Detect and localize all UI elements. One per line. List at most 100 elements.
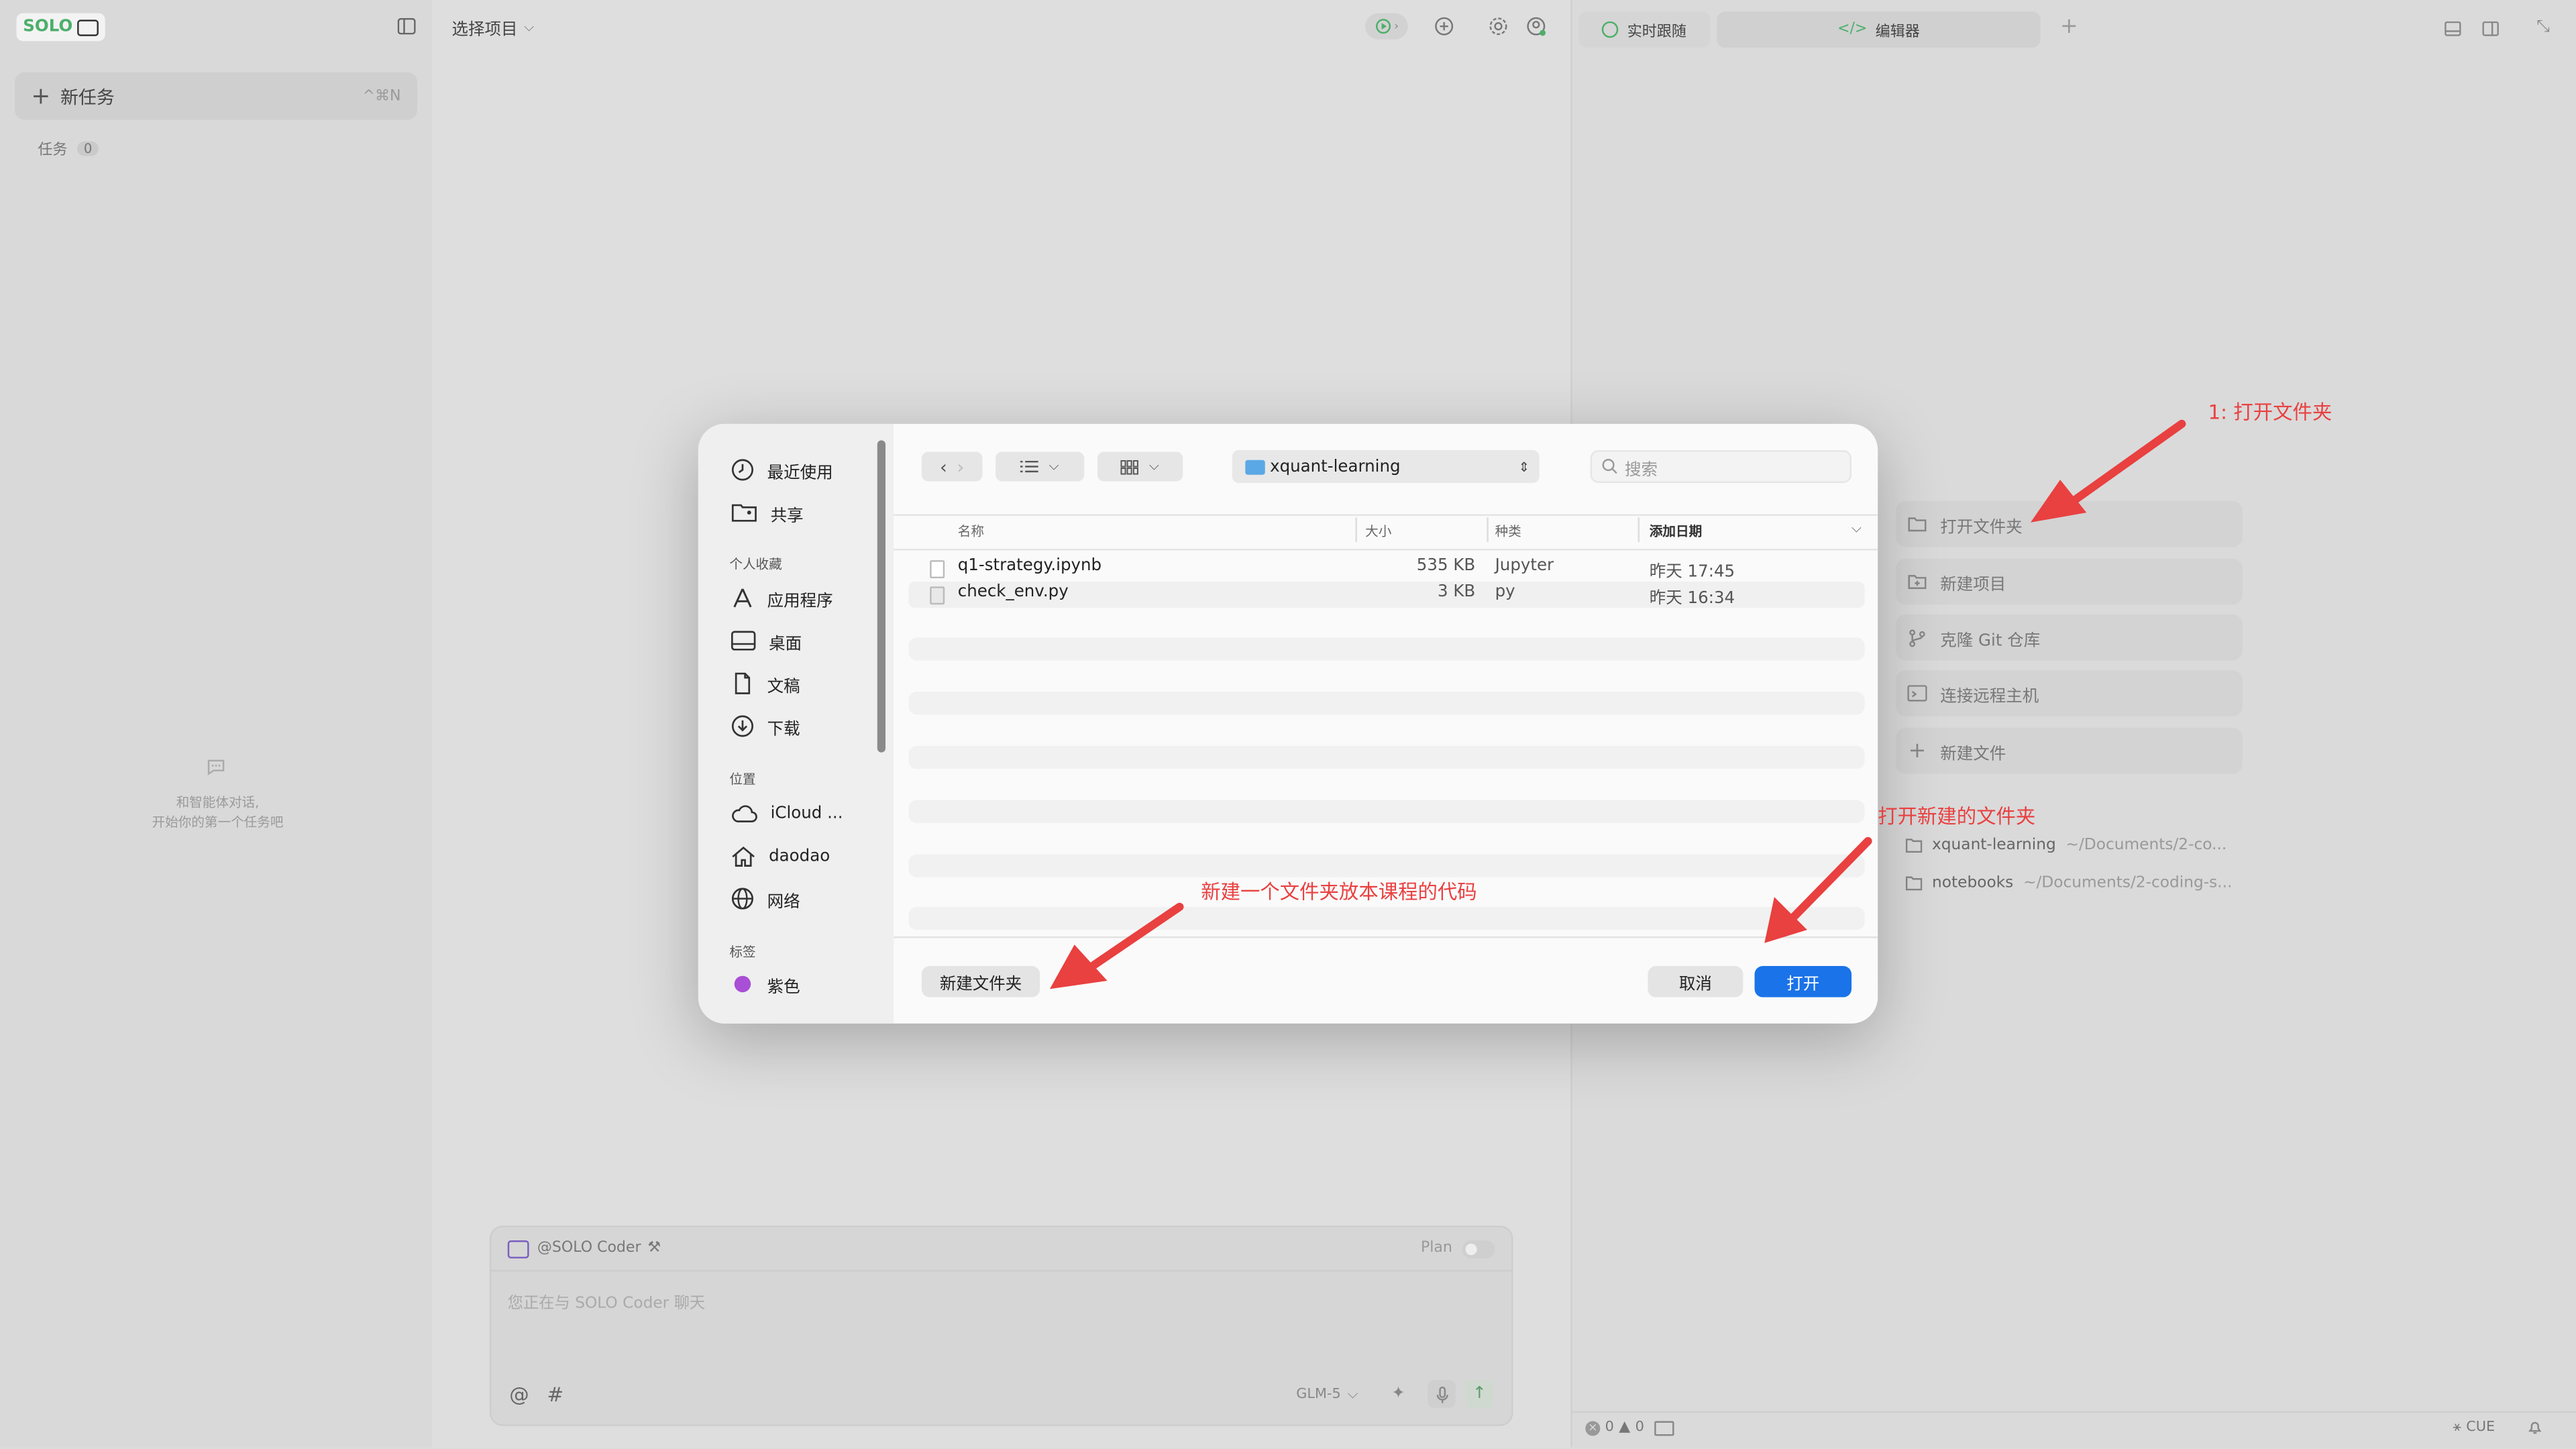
run-status-icon[interactable]: › (1365, 13, 1408, 40)
recent-project-name: notebooks (1932, 873, 2014, 892)
empty-row (908, 854, 1865, 877)
chevron-right-icon[interactable]: › (957, 456, 965, 478)
blue-folder-icon (1245, 459, 1265, 474)
sidebar-item-tag-label: 紫色 (767, 978, 800, 997)
logo-badge-icon (77, 19, 99, 36)
add-tab-icon[interactable]: + (2060, 15, 2078, 39)
sort-chevron-icon[interactable]: ⌵ (1851, 521, 1862, 537)
sidebar-item-applications[interactable]: 应用程序 (731, 580, 833, 616)
layout-bottom-icon[interactable] (2445, 21, 2461, 36)
column-divider (1487, 517, 1489, 543)
sidebar-item-applications-label: 应用程序 (767, 592, 833, 610)
recent-project-item[interactable]: xquant-learning ~/Documents/2-co... (1905, 837, 2226, 854)
new-project-action[interactable]: 新建项目 (1896, 558, 2243, 605)
sidebar-item-downloads-label: 下载 (767, 720, 800, 739)
collapse-panel-icon[interactable]: ⤡ (2536, 18, 2550, 36)
model-label: GLM-5 (1296, 1386, 1341, 1403)
globe-icon (731, 888, 753, 910)
annotation-new-folder-tip: 新建一个文件夹放本课程的代码 (1201, 880, 1477, 904)
tab-live-follow[interactable]: 实时跟随 (1578, 11, 1711, 48)
project-select[interactable]: 选择项目 ⌵ (451, 15, 534, 40)
new-file-action[interactable]: + 新建文件 (1896, 727, 2243, 774)
model-select[interactable]: GLM-5 ⌵ (1296, 1387, 1358, 1403)
file-row[interactable]: check_env.py 3 KB py 昨天 16:34 (908, 581, 1865, 608)
search-input[interactable]: 搜索 (1590, 450, 1852, 484)
column-date[interactable]: 添加日期 (1650, 515, 1702, 547)
plus-icon: + (1908, 738, 1927, 763)
sidebar-item-recent[interactable]: 最近使用 (731, 451, 833, 488)
git-branch-icon (1909, 629, 1925, 647)
column-name[interactable]: 名称 (958, 515, 984, 547)
layout-split-icon[interactable] (2482, 21, 2499, 36)
tools-icon[interactable]: ⚒ (647, 1240, 661, 1256)
chevron-left-icon[interactable]: ‹ (940, 456, 947, 478)
new-project-label: 新建项目 (1940, 576, 2006, 594)
sidebar-item-documents[interactable]: 文稿 (731, 665, 800, 702)
send-button[interactable]: ↑ (1465, 1380, 1494, 1408)
chat-input-box[interactable]: @SOLO Coder ⚒ Plan 您正在与 SOLO Coder 聊天 @ … (489, 1225, 1513, 1426)
project-select-label: 选择项目 (451, 21, 518, 40)
chat-bubble-icon (207, 759, 225, 775)
sidebar-item-shared[interactable]: 共享 (731, 494, 804, 531)
plan-toggle[interactable] (1462, 1239, 1495, 1258)
recent-project-item[interactable]: notebooks ~/Documents/2-coding-s... (1905, 873, 2233, 892)
language-label: CUE (2466, 1419, 2496, 1436)
status-bar: × 0 ▲ 0 ⚹ CUE (1572, 1411, 2576, 1449)
left-sidebar: SOLO + 新任务 ^⌘N 任务 0 和智能体对话, 开始你的第一个任务吧 (0, 0, 433, 1448)
problems-indicator[interactable]: × 0 ▲ 0 (1585, 1419, 1674, 1436)
collapse-sidebar-icon[interactable] (397, 17, 416, 35)
empty-line-2: 开始你的第一个任务吧 (152, 814, 284, 830)
settings-gear-icon[interactable] (1489, 16, 1508, 36)
chat-placeholder[interactable]: 您正在与 SOLO Coder 聊天 (508, 1289, 705, 1313)
sidebar-item-icloud[interactable]: iCloud ... (731, 795, 843, 831)
sidebar-item-desktop[interactable]: 桌面 (731, 623, 802, 659)
column-size[interactable]: 大小 (1365, 515, 1391, 547)
file-date: 昨天 16:34 (1649, 590, 1735, 608)
list-view-icon (1020, 460, 1039, 473)
view-grid-button[interactable]: ⌵ (1097, 451, 1183, 482)
warning-icon: ▲ (1619, 1419, 1631, 1436)
sidebar-scrollbar[interactable] (877, 440, 886, 753)
locations-section-label: 位置 (729, 772, 756, 788)
file-row[interactable]: q1-strategy.ipynb 535 KB Jupyter 昨天 17:4… (908, 555, 1864, 582)
sidebar-item-icloud-label: iCloud ... (770, 804, 843, 822)
notification-icon[interactable] (2527, 1419, 2543, 1436)
chevron-down-icon: ⌵ (524, 19, 535, 34)
mention-at-button[interactable]: @ (509, 1383, 529, 1406)
connect-remote-action[interactable]: 连接远程主机 (1896, 670, 2243, 716)
file-name: q1-strategy.ipynb (957, 557, 1102, 576)
new-task-button[interactable]: + 新任务 ^⌘N (15, 72, 418, 120)
sidebar-item-recent-label: 最近使用 (767, 464, 833, 482)
chevron-down-icon: ⌵ (1148, 458, 1159, 474)
tab-editor[interactable]: </> 编辑器 (1717, 11, 2041, 48)
connect-remote-label: 连接远程主机 (1940, 687, 2039, 706)
microphone-icon[interactable] (1428, 1380, 1456, 1408)
new-folder-button[interactable]: 新建文件夹 (921, 966, 1040, 998)
new-task-label: 新任务 (60, 86, 115, 108)
path-selector[interactable]: xquant-learning ⇕ (1232, 450, 1540, 484)
clone-git-action[interactable]: 克隆 Git 仓库 (1896, 614, 2243, 661)
tasks-header[interactable]: 任务 0 (38, 138, 99, 160)
add-chat-icon[interactable] (1434, 16, 1454, 36)
view-list-button[interactable]: ⌵ (996, 451, 1085, 482)
sidebar-item-network[interactable]: 网络 (731, 881, 800, 917)
open-folder-action[interactable]: 打开文件夹 (1896, 500, 2243, 547)
agent-label[interactable]: @SOLO Coder (537, 1240, 641, 1256)
language-indicator[interactable]: ⚹ CUE (2453, 1419, 2495, 1436)
column-divider (1638, 517, 1640, 543)
sidebar-item-tag-purple[interactable]: 紫色 (731, 966, 800, 1002)
file-kind: py (1495, 583, 1515, 602)
cancel-button[interactable]: 取消 (1648, 966, 1743, 998)
open-button[interactable]: 打开 (1754, 966, 1852, 998)
tasks-count-badge: 0 (77, 141, 99, 156)
hash-button[interactable]: # (547, 1383, 564, 1406)
sparkle-icon[interactable]: ✦ (1391, 1385, 1405, 1403)
sidebar-item-home[interactable]: daodao (731, 838, 830, 874)
sidebar-item-downloads[interactable]: 下载 (731, 708, 800, 745)
sidebar-item-documents-label: 文稿 (767, 678, 800, 696)
dialog-sidebar: 最近使用 共享 个人收藏 应用程序 桌面 文稿 下载 位置 iCloud ...… (698, 423, 894, 1024)
account-icon[interactable] (1526, 16, 1546, 36)
column-kind[interactable]: 种类 (1495, 515, 1521, 547)
tags-section-label: 标签 (729, 945, 756, 960)
nav-back-forward[interactable]: ‹ › (921, 451, 983, 482)
